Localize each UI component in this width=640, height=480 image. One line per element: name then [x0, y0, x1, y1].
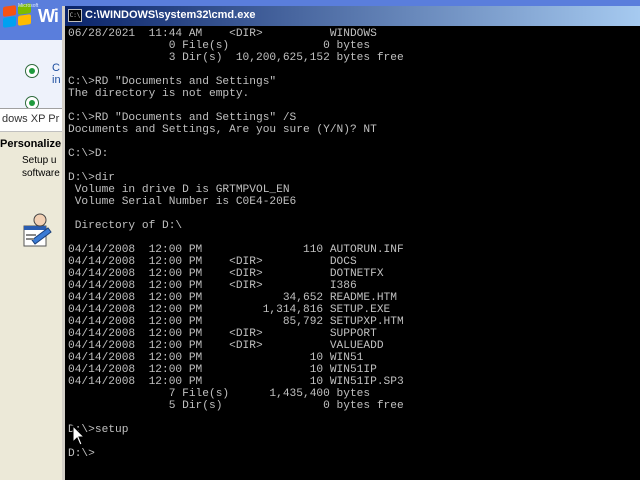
cmd-window[interactable]: C:\ C:\WINDOWS\system32\cmd.exe 06/28/20… — [62, 6, 640, 480]
console-line: 04/14/2008 12:00 PM 110 AUTORUN.INF — [68, 244, 404, 256]
strip-text: dows XP Pr — [2, 113, 60, 125]
console-line: The directory is not empty. — [68, 88, 250, 100]
option-2-label: in — [52, 74, 61, 86]
console-line: 04/14/2008 12:00 PM 10 WIN51IP.SP3 — [68, 376, 404, 388]
personalize-heading: Personalize — [0, 138, 62, 150]
console-line: 04/14/2008 12:00 PM <DIR> VALUEADD — [68, 340, 384, 352]
console-line: D:\>dir — [68, 172, 115, 184]
console-line: Documents and Settings, Are you sure (Y/… — [68, 124, 377, 136]
cmd-titlebar[interactable]: C:\ C:\WINDOWS\system32\cmd.exe — [65, 6, 640, 26]
console-line: 04/14/2008 12:00 PM 85,792 SETUPXP.HTM — [68, 316, 404, 328]
option-radio-selected[interactable] — [25, 64, 39, 78]
background-window-strip: dows XP Pr — [0, 108, 64, 132]
windows-logo: Microsoft Wi — [0, 0, 64, 38]
console-line: 04/14/2008 12:00 PM <DIR> DOCS — [68, 256, 357, 268]
background-options-area: C in — [0, 40, 64, 112]
windows-flag-icon — [3, 3, 33, 28]
mouse-pointer-icon — [72, 425, 86, 446]
console-line: Volume Serial Number is C0E4-20E6 — [68, 196, 297, 208]
personalize-line-2: software — [22, 168, 60, 179]
windows-label: Wi — [38, 6, 59, 26]
console-line: 04/14/2008 12:00 PM <DIR> I386 — [68, 280, 357, 292]
console-output[interactable]: 06/28/2021 11:44 AM <DIR> WINDOWS 0 File… — [68, 28, 636, 478]
console-line: 7 File(s) 1,435,400 bytes — [68, 388, 371, 400]
console-line: 04/14/2008 12:00 PM 10 WIN51 — [68, 352, 364, 364]
console-line: 5 Dir(s) 0 bytes free — [68, 400, 404, 412]
setup-wizard-icon — [23, 213, 52, 247]
console-line: 04/14/2008 12:00 PM 34,652 README.HTM — [68, 292, 397, 304]
console-line: C:\>RD "Documents and Settings" /S — [68, 112, 297, 124]
console-line: 0 File(s) 0 bytes — [68, 40, 371, 52]
console-line: 04/14/2008 12:00 PM 10 WIN51IP — [68, 364, 377, 376]
console-line: D:\> — [68, 448, 95, 460]
window-title: C:\WINDOWS\system32\cmd.exe — [85, 9, 256, 21]
console-line: Directory of D:\ — [68, 220, 183, 232]
console-line: 04/14/2008 12:00 PM 1,314,816 SETUP.EXE — [68, 304, 391, 316]
console-icon: C:\ — [68, 9, 82, 22]
option-1-label: C — [52, 62, 60, 74]
personalize-line-1: Setup u — [22, 155, 57, 166]
console-line: 04/14/2008 12:00 PM <DIR> SUPPORT — [68, 328, 377, 340]
console-line: C:\>RD "Documents and Settings" — [68, 76, 277, 88]
console-line: 04/14/2008 12:00 PM <DIR> DOTNETFX — [68, 268, 384, 280]
console-line: 06/28/2021 11:44 AM <DIR> WINDOWS — [68, 28, 377, 40]
console-line: C:\>D: — [68, 148, 109, 160]
console-line: 3 Dir(s) 10,200,625,152 bytes free — [68, 52, 404, 64]
microsoft-label: Microsoft — [18, 3, 39, 9]
console-line: Volume in drive D is GRTMPVOL_EN — [68, 184, 290, 196]
